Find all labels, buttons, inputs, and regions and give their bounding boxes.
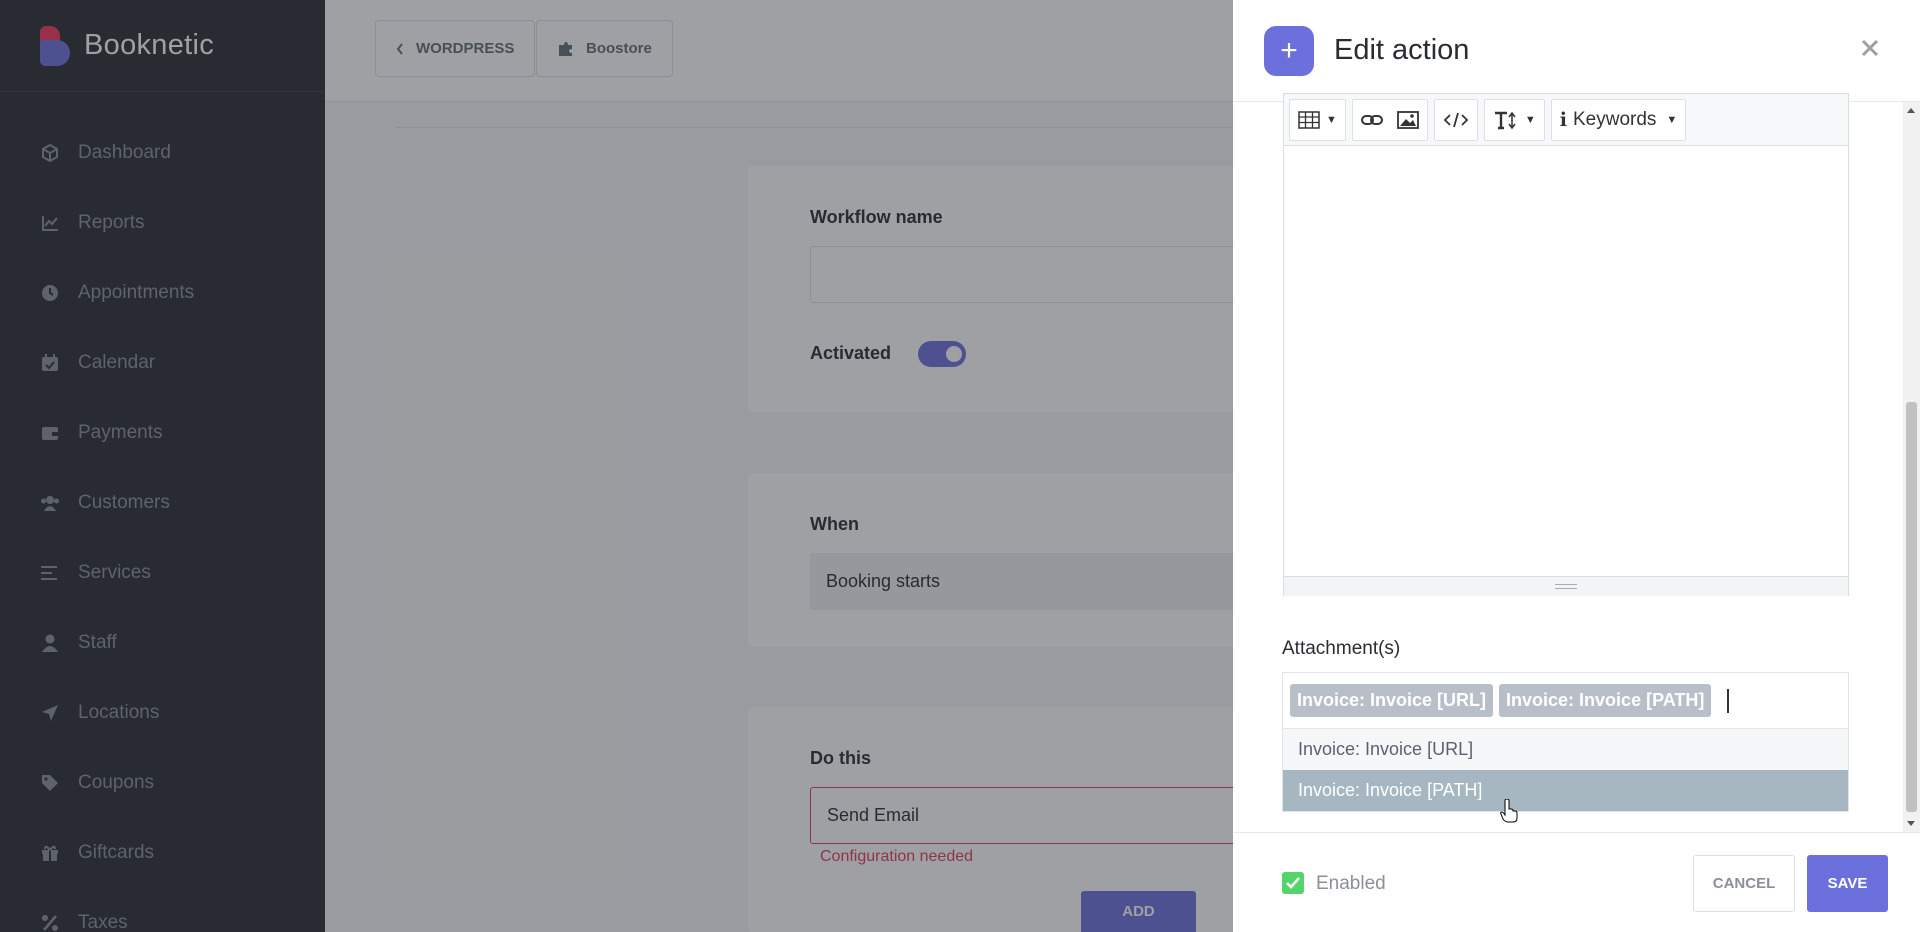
dropdown-option[interactable]: Invoice: Invoice [URL]: [1283, 729, 1848, 770]
close-icon[interactable]: [1858, 36, 1882, 60]
font-size-button[interactable]: ▼: [1483, 98, 1545, 141]
image-icon[interactable]: [1396, 110, 1419, 129]
enabled-checkbox[interactable]: [1282, 872, 1304, 894]
resize-handle[interactable]: [1284, 576, 1848, 596]
email-body-editor: ▼ ▼ i Keywords ▼: [1283, 93, 1849, 596]
caret-down-icon: ▼: [1326, 113, 1337, 126]
selected-tag[interactable]: Invoice: Invoice [PATH]: [1499, 684, 1712, 717]
keywords-label: Keywords: [1573, 108, 1657, 130]
edit-action-panel: + Edit action ▼ ▼ i Keywords ▼ Attachmen…: [1233, 0, 1920, 932]
plus-icon: +: [1264, 25, 1314, 76]
table-button[interactable]: ▼: [1289, 98, 1346, 141]
link-image-group: [1351, 98, 1428, 141]
attachments-label: Attachment(s): [1282, 638, 1401, 659]
email-body-textarea[interactable]: [1284, 146, 1848, 576]
scroll-up-icon[interactable]: [1907, 108, 1915, 113]
cancel-button[interactable]: CANCEL: [1693, 855, 1795, 912]
scrollbar-thumb[interactable]: [1906, 402, 1917, 812]
keywords-button[interactable]: i Keywords ▼: [1550, 98, 1687, 141]
scroll-down-icon[interactable]: [1907, 821, 1915, 826]
code-icon: [1443, 112, 1469, 127]
panel-scrollbar[interactable]: [1903, 102, 1920, 832]
attachments-select[interactable]: Invoice: Invoice [URL] Invoice: Invoice …: [1282, 672, 1849, 728]
attachments-dropdown: Invoice: Invoice [URL] Invoice: Invoice …: [1282, 728, 1849, 812]
info-icon: i: [1559, 108, 1567, 131]
selected-tag[interactable]: Invoice: Invoice [URL]: [1290, 684, 1494, 717]
link-icon[interactable]: [1360, 113, 1383, 127]
enabled-label: Enabled: [1316, 873, 1386, 894]
source-code-button[interactable]: [1433, 98, 1478, 141]
caret-down-icon: ▼: [1666, 113, 1678, 126]
table-icon: [1298, 110, 1320, 129]
caret-down-icon: ▼: [1524, 113, 1536, 126]
check-icon: [1286, 877, 1300, 889]
dropdown-option-highlighted[interactable]: Invoice: Invoice [PATH]: [1283, 770, 1848, 811]
panel-header: + Edit action: [1233, 0, 1920, 102]
panel-title: Edit action: [1334, 34, 1470, 66]
editor-toolbar: ▼ ▼ i Keywords ▼: [1284, 94, 1848, 146]
text-size-icon: [1494, 111, 1516, 129]
text-cursor: [1727, 688, 1730, 713]
hand-cursor-icon: [1500, 799, 1518, 823]
panel-footer: Enabled CANCEL SAVE: [1233, 832, 1920, 932]
save-button[interactable]: SAVE: [1807, 855, 1888, 912]
